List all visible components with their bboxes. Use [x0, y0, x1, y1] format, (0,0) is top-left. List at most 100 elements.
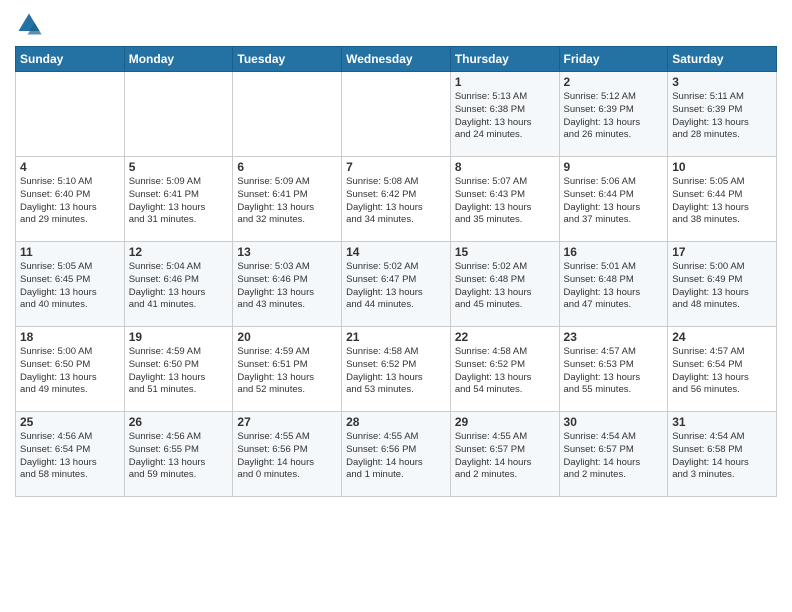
day-info: Sunrise: 4:55 AM Sunset: 6:57 PM Dayligh… [455, 431, 555, 482]
day-number: 25 [20, 415, 120, 429]
day-number: 20 [237, 330, 337, 344]
calendar-cell: 14Sunrise: 5:02 AM Sunset: 6:47 PM Dayli… [342, 242, 451, 327]
calendar-week-2: 4 Sunrise: 5:10 AM Sunset: 6:40 PM Daylig… [16, 157, 777, 242]
weekday-header-row: SundayMondayTuesdayWednesdayThursdayFrid… [16, 47, 777, 72]
day-info: Sunrise: 5:12 AM Sunset: 6:39 PM Dayligh… [564, 91, 664, 142]
day-number: 21 [346, 330, 446, 344]
calendar-cell: 16Sunrise: 5:01 AM Sunset: 6:48 PM Dayli… [559, 242, 668, 327]
calendar-cell: 21 Sunrise: 4:58 AM Sunset: 6:52 PM Dayli… [342, 327, 451, 412]
day-info: Sunrise: 5:06 AM Sunset: 6:44 PM Dayligh… [564, 176, 664, 227]
day-info: Sunrise: 5:05 AM Sunset: 6:45 PM Dayligh… [20, 261, 120, 312]
day-number: 3 [672, 75, 772, 89]
day-info: Sunrise: 5:07 AM Sunset: 6:43 PM Dayligh… [455, 176, 555, 227]
calendar-cell: 3 Sunrise: 5:11 AM Sunset: 6:39 PM Daylig… [668, 72, 777, 157]
day-info: Sunrise: 5:08 AM Sunset: 6:42 PM Dayligh… [346, 176, 446, 227]
day-info: Sunrise: 4:56 AM Sunset: 6:55 PM Dayligh… [129, 431, 229, 482]
weekday-header-tuesday: Tuesday [233, 47, 342, 72]
day-number: 10 [672, 160, 772, 174]
day-number: 30 [564, 415, 664, 429]
day-number: 31 [672, 415, 772, 429]
day-info: Sunrise: 4:55 AM Sunset: 6:56 PM Dayligh… [346, 431, 446, 482]
calendar-week-4: 18 Sunrise: 5:00 AM Sunset: 6:50 PM Dayli… [16, 327, 777, 412]
day-info: Sunrise: 4:56 AM Sunset: 6:54 PM Dayligh… [20, 431, 120, 482]
day-number: 17 [672, 245, 772, 259]
calendar-cell: 22 Sunrise: 4:58 AM Sunset: 6:52 PM Dayli… [450, 327, 559, 412]
calendar-week-5: 25 Sunrise: 4:56 AM Sunset: 6:54 PM Dayli… [16, 412, 777, 497]
day-number: 2 [564, 75, 664, 89]
day-info: Sunrise: 5:02 AM Sunset: 6:48 PM Dayligh… [455, 261, 555, 312]
calendar-cell: 25 Sunrise: 4:56 AM Sunset: 6:54 PM Dayli… [16, 412, 125, 497]
day-number: 14 [346, 245, 446, 259]
day-number: 19 [129, 330, 229, 344]
calendar-tbody: 1Sunrise: 5:13 AM Sunset: 6:38 PM Daylig… [16, 72, 777, 497]
day-info: Sunrise: 4:54 AM Sunset: 6:57 PM Dayligh… [564, 431, 664, 482]
day-number: 4 [20, 160, 120, 174]
day-number: 11 [20, 245, 120, 259]
day-info: Sunrise: 5:11 AM Sunset: 6:39 PM Dayligh… [672, 91, 772, 142]
calendar-cell [124, 72, 233, 157]
day-number: 12 [129, 245, 229, 259]
weekday-header-wednesday: Wednesday [342, 47, 451, 72]
calendar-cell: 7 Sunrise: 5:08 AM Sunset: 6:42 PM Daylig… [342, 157, 451, 242]
day-number: 6 [237, 160, 337, 174]
calendar-cell: 1Sunrise: 5:13 AM Sunset: 6:38 PM Daylig… [450, 72, 559, 157]
calendar-week-1: 1Sunrise: 5:13 AM Sunset: 6:38 PM Daylig… [16, 72, 777, 157]
day-info: Sunrise: 4:58 AM Sunset: 6:52 PM Dayligh… [455, 346, 555, 397]
calendar-cell: 31 Sunrise: 4:54 AM Sunset: 6:58 PM Dayli… [668, 412, 777, 497]
calendar-cell [342, 72, 451, 157]
day-info: Sunrise: 4:57 AM Sunset: 6:54 PM Dayligh… [672, 346, 772, 397]
weekday-header-friday: Friday [559, 47, 668, 72]
calendar-cell [233, 72, 342, 157]
day-info: Sunrise: 5:09 AM Sunset: 6:41 PM Dayligh… [129, 176, 229, 227]
calendar-cell: 28Sunrise: 4:55 AM Sunset: 6:56 PM Dayli… [342, 412, 451, 497]
day-info: Sunrise: 5:00 AM Sunset: 6:50 PM Dayligh… [20, 346, 120, 397]
day-number: 23 [564, 330, 664, 344]
day-number: 24 [672, 330, 772, 344]
weekday-header-thursday: Thursday [450, 47, 559, 72]
weekday-header-sunday: Sunday [16, 47, 125, 72]
page-container: SundayMondayTuesdayWednesdayThursdayFrid… [0, 0, 792, 507]
day-number: 15 [455, 245, 555, 259]
day-info: Sunrise: 5:01 AM Sunset: 6:48 PM Dayligh… [564, 261, 664, 312]
day-number: 7 [346, 160, 446, 174]
calendar-cell: 6 Sunrise: 5:09 AM Sunset: 6:41 PM Daylig… [233, 157, 342, 242]
day-info: Sunrise: 5:10 AM Sunset: 6:40 PM Dayligh… [20, 176, 120, 227]
day-number: 8 [455, 160, 555, 174]
calendar-cell: 18 Sunrise: 5:00 AM Sunset: 6:50 PM Dayli… [16, 327, 125, 412]
day-info: Sunrise: 5:03 AM Sunset: 6:46 PM Dayligh… [237, 261, 337, 312]
calendar-cell: 27 Sunrise: 4:55 AM Sunset: 6:56 PM Dayli… [233, 412, 342, 497]
calendar-cell: 8 Sunrise: 5:07 AM Sunset: 6:43 PM Daylig… [450, 157, 559, 242]
calendar-cell: 19Sunrise: 4:59 AM Sunset: 6:50 PM Dayli… [124, 327, 233, 412]
day-number: 5 [129, 160, 229, 174]
calendar-thead: SundayMondayTuesdayWednesdayThursdayFrid… [16, 47, 777, 72]
day-number: 1 [455, 75, 555, 89]
calendar-week-3: 11 Sunrise: 5:05 AM Sunset: 6:45 PM Dayli… [16, 242, 777, 327]
day-info: Sunrise: 4:55 AM Sunset: 6:56 PM Dayligh… [237, 431, 337, 482]
calendar-cell: 13 Sunrise: 5:03 AM Sunset: 6:46 PM Dayli… [233, 242, 342, 327]
day-info: Sunrise: 4:58 AM Sunset: 6:52 PM Dayligh… [346, 346, 446, 397]
calendar-cell [16, 72, 125, 157]
calendar-cell: 17 Sunrise: 5:00 AM Sunset: 6:49 PM Dayli… [668, 242, 777, 327]
day-number: 29 [455, 415, 555, 429]
calendar-cell: 10 Sunrise: 5:05 AM Sunset: 6:44 PM Dayli… [668, 157, 777, 242]
calendar-cell: 20Sunrise: 4:59 AM Sunset: 6:51 PM Dayli… [233, 327, 342, 412]
day-number: 13 [237, 245, 337, 259]
day-number: 18 [20, 330, 120, 344]
calendar-cell: 2 Sunrise: 5:12 AM Sunset: 6:39 PM Daylig… [559, 72, 668, 157]
calendar-cell: 26Sunrise: 4:56 AM Sunset: 6:55 PM Dayli… [124, 412, 233, 497]
day-number: 27 [237, 415, 337, 429]
calendar-table: SundayMondayTuesdayWednesdayThursdayFrid… [15, 46, 777, 497]
weekday-header-saturday: Saturday [668, 47, 777, 72]
day-number: 22 [455, 330, 555, 344]
day-info: Sunrise: 4:57 AM Sunset: 6:53 PM Dayligh… [564, 346, 664, 397]
logo-icon [15, 10, 43, 38]
calendar-cell: 4 Sunrise: 5:10 AM Sunset: 6:40 PM Daylig… [16, 157, 125, 242]
day-info: Sunrise: 5:09 AM Sunset: 6:41 PM Dayligh… [237, 176, 337, 227]
calendar-cell: 12Sunrise: 5:04 AM Sunset: 6:46 PM Dayli… [124, 242, 233, 327]
day-info: Sunrise: 4:54 AM Sunset: 6:58 PM Dayligh… [672, 431, 772, 482]
calendar-cell: 11 Sunrise: 5:05 AM Sunset: 6:45 PM Dayli… [16, 242, 125, 327]
day-info: Sunrise: 5:05 AM Sunset: 6:44 PM Dayligh… [672, 176, 772, 227]
logo [15, 10, 47, 38]
day-info: Sunrise: 5:00 AM Sunset: 6:49 PM Dayligh… [672, 261, 772, 312]
calendar-cell: 30 Sunrise: 4:54 AM Sunset: 6:57 PM Dayli… [559, 412, 668, 497]
